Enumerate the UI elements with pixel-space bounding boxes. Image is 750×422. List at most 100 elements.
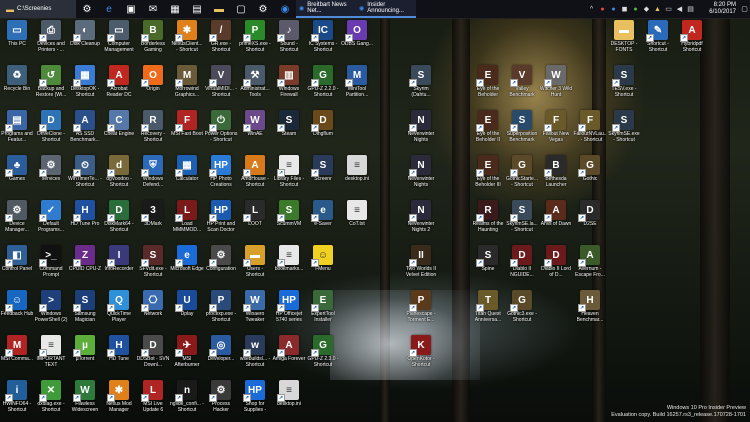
desktop-icon[interactable]: O ↗ ODBS Gang... <box>340 20 374 53</box>
tray-app-icon[interactable]: ◼ <box>619 5 630 13</box>
desktop-icon[interactable]: ☺ ↗ i-Menu <box>306 245 340 278</box>
browser-icon[interactable]: ◉ <box>274 0 296 18</box>
desktop-icon[interactable]: 3 ↗ 3DMark <box>136 200 170 233</box>
desktop-icon[interactable]: S ↗ ScummVM <box>272 200 306 233</box>
desktop-icon[interactable]: ⚙ ↗ Configuration <box>204 245 238 278</box>
desktop-icon[interactable]: H ↗ Heaven Benchmar... <box>573 290 607 323</box>
desktop-icon[interactable]: N ↗ Neverwinter Nights 2 <box>404 200 438 233</box>
desktop-icon[interactable]: U ↗ Uplay <box>170 290 204 323</box>
desktop-icon[interactable]: d ↗ dgVoodoo - Shortcut <box>102 155 136 188</box>
desktop-icon[interactable]: E ↗ ExpertTool Installer <box>306 290 340 323</box>
desktop-icon[interactable]: A ↗ AS SSD Benchmark... <box>68 110 102 143</box>
desktop-icon[interactable]: n ↗ nglide_confi... - Shortcut <box>170 380 204 413</box>
desktop-icon[interactable]: e ↗ Microsoft Edge <box>170 245 204 278</box>
desktop-icon[interactable]: H ↗ HD Tune <box>102 335 136 368</box>
desktop-icon[interactable]: ♪ ↗ Sound - Shortcut <box>272 20 306 53</box>
desktop-icon[interactable]: F ↗ FalloutNVLau... - Shortcut <box>573 110 607 143</box>
desktop-icon[interactable]: P ↗ procexp.exe - Shortcut <box>204 290 238 323</box>
calculator-icon[interactable]: ▤ <box>186 0 208 18</box>
notifications-icon[interactable]: ▢ <box>739 5 750 13</box>
desktop-icon[interactable]: ⚙ ↗ Device Manager... <box>0 200 34 233</box>
desktop-icon[interactable]: A ↗ Acrobat Reader DC <box>102 65 136 98</box>
desktop-icon[interactable]: W ↗ Witcher 3 Wild Hunt <box>539 65 573 98</box>
desktop-icon[interactable]: ≡ CoT.txt <box>340 200 374 233</box>
clock[interactable]: 8:20 PM 6/10/2017 <box>696 2 739 16</box>
desktop-icon[interactable]: A ↗ Avernum - Escape Fro... <box>573 245 607 278</box>
desktop-icon[interactable]: D ↗ D2SE <box>573 200 607 233</box>
network-icon[interactable]: ▭ <box>663 5 674 13</box>
desktop-icon[interactable]: Q ↗ QuickTime Player <box>102 290 136 323</box>
taskbar-app-0[interactable]: ◉ Breitbart News Net... <box>296 0 356 18</box>
desktop-icon[interactable]: HP↗Shop for Supplies - HP... <box>238 380 272 413</box>
tray-app-icon[interactable]: ● <box>630 6 641 13</box>
desktop-icon[interactable]: L ↗ Load MMMMOD... <box>170 200 204 233</box>
edge-icon[interactable]: e <box>98 0 120 18</box>
folder-icon[interactable]: ▬ <box>208 0 230 18</box>
desktop-icon[interactable]: > ↗ Windows PowerShell (2) <box>34 290 68 323</box>
taskbar-app-1[interactable]: ◉ Insider Announcing... <box>356 0 416 18</box>
desktop-icon[interactable]: S ↗ Skyrim (Dahtu... <box>404 65 438 98</box>
desktop-icon[interactable]: G ↗ Gothic3.exe - Shortcut <box>505 290 539 323</box>
desktop-icon[interactable]: W ↗ Winaero Tweaker <box>238 290 272 323</box>
desktop-icon[interactable]: ✈↗MSI Afterburner HWMonitor <box>170 335 204 368</box>
desktop-icon[interactable]: E ↗ Eye of the Beholder II <box>471 110 505 143</box>
desktop-icon[interactable]: ⏲ ↗ WinTimerTe... - Shortcut <box>68 155 102 188</box>
desktop-icon[interactable]: ⛨ ↗ Windows Defend... <box>136 155 170 188</box>
desktop-icon[interactable]: W ↗ Flawless Widescreen <box>68 380 102 413</box>
desktop-icon[interactable]: P ↗ primeXS.exe - Shortcut <box>238 20 272 53</box>
desktop-icon[interactable]: A ↗ Anvil of Dawn <box>539 200 573 233</box>
desktop-icon[interactable]: ⎙ ↗ Devices and Printers - ... <box>34 20 68 53</box>
desktop-icon[interactable]: M ↗ MiniTool Partition... <box>340 65 374 98</box>
desktop-icon[interactable]: e ↗ e-Saver <box>306 200 340 233</box>
desktop-icon[interactable]: ▭ This PC <box>0 20 34 53</box>
desktop-icon[interactable]: ▦ ↗ DesktopOK - Shortcut <box>68 65 102 98</box>
tray-app-icon[interactable]: ◆ <box>641 5 652 13</box>
desktop-icon[interactable]: M ↗ Morrowind Graphics... <box>170 65 204 98</box>
desktop-icon[interactable]: D ↗ Diablo II Lord of D... <box>539 245 573 278</box>
desktop-icon[interactable]: G ↗ Gothic <box>573 155 607 188</box>
desktop-icon[interactable]: IC ↗ IC Systems - Shortcut <box>306 20 340 53</box>
desktop-icon[interactable]: N↗Neverwinter Nights Complete <box>404 110 438 143</box>
desktop-icon[interactable]: S ↗ SkyrimSE.exe - Shortcut <box>607 110 641 143</box>
desktop-icon[interactable]: E ↗ Eye of the Beholder III <box>471 155 505 188</box>
desktop-icon[interactable]: ♣ ↗ Games <box>0 155 34 188</box>
desktop-icon[interactable]: ≡ ↗ IMPORTANT TEXT <box>34 335 68 368</box>
desktop-icon[interactable]: D ↗ DiskMark64 - Shortcut <box>102 200 136 233</box>
store-icon[interactable]: ▣ <box>120 0 142 18</box>
desktop-icon[interactable]: G ↗ GPU-Z 2.3.0 - Shortcut <box>306 335 340 368</box>
desktop-icon[interactable]: >_ ↗ Command Prompt <box>34 245 68 278</box>
desktop-icon[interactable]: ▦ ↗ Calculator <box>170 155 204 188</box>
desktop-icon[interactable]: ♻ Recycle Bin <box>0 65 34 98</box>
desktop-icon[interactable]: ◧ ↗ Control Panel <box>0 245 34 278</box>
desktop-icon[interactable]: F ↗ Fallout New Vegas <box>539 110 573 143</box>
desktop-icon[interactable]: O ↗ Origin <box>136 65 170 98</box>
desktop-icon[interactable]: C ↗ Cheat Engine <box>102 110 136 143</box>
desktop-icon[interactable]: G ↗ GPU-Z 2.2.0 - Shortcut <box>306 65 340 98</box>
desktop-icon[interactable]: ✱ ↗ Nexus Mod Manager <box>102 380 136 413</box>
desktop-icon[interactable]: L ↗ MSI Live Update 6 <box>136 380 170 413</box>
desktop-icon[interactable]: S ↗ Spine <box>471 245 505 278</box>
desktop-icon[interactable]: ≡ desktop.ini <box>340 155 374 188</box>
desktop-icon[interactable]: V ↗ VirtualMIDI... - Shortcut <box>204 65 238 98</box>
desktop-icon[interactable]: ↺ ↗ Backup and Restore (Wi... <box>34 65 68 98</box>
taskbar-folder[interactable]: ▬ C:\Screenies <box>0 0 76 18</box>
desktop-icon[interactable]: R ↗ Realms of the Haunting <box>471 200 505 233</box>
desktop-icon[interactable]: ▤ ↗ Programs and Featur... <box>0 110 34 143</box>
desktop-icon[interactable]: ▬ ↗ Users - Shortcut <box>238 245 272 278</box>
desktop-icon[interactable]: W ↗ WinAE <box>238 110 272 143</box>
desktop-icon[interactable]: Z ↗ CPUID CPU-Z <box>68 245 102 278</box>
desktop-icon[interactable]: / ↗ GR.exe - Shortcut <box>204 20 238 53</box>
tray-app-icon[interactable]: ● <box>608 6 619 13</box>
desktop-icon[interactable]: S ↗ Screenr <box>306 155 340 188</box>
desktop-icon[interactable]: D ↗ Diablo II NGUIDE... <box>505 245 539 278</box>
desktop-icon[interactable]: M ↗ MSI Comma... <box>0 335 34 368</box>
desktop-icon[interactable]: w ↗ wsebuildsl... - Shortcut <box>238 335 272 368</box>
desktop-icon[interactable]: P ↗ Planescape - Torment E... <box>404 290 438 323</box>
desktop-icon[interactable]: ⎔ ↗ Network <box>136 290 170 323</box>
desktop-icon[interactable]: L ↗ LOOT <box>238 200 272 233</box>
tray-app-icon[interactable]: ▲ <box>652 6 663 13</box>
desktop-icon[interactable]: S ↗ SFVdit.exe - Shortcut <box>136 245 170 278</box>
desktop-icon[interactable]: ≡ ↗ desktop.ini <box>272 380 306 413</box>
desktop-icon[interactable]: ✎ ↗ Shortcut - Shortcut <box>641 20 675 53</box>
desktop-icon[interactable]: ◐ ↗ Disk Cleanup <box>68 20 102 53</box>
